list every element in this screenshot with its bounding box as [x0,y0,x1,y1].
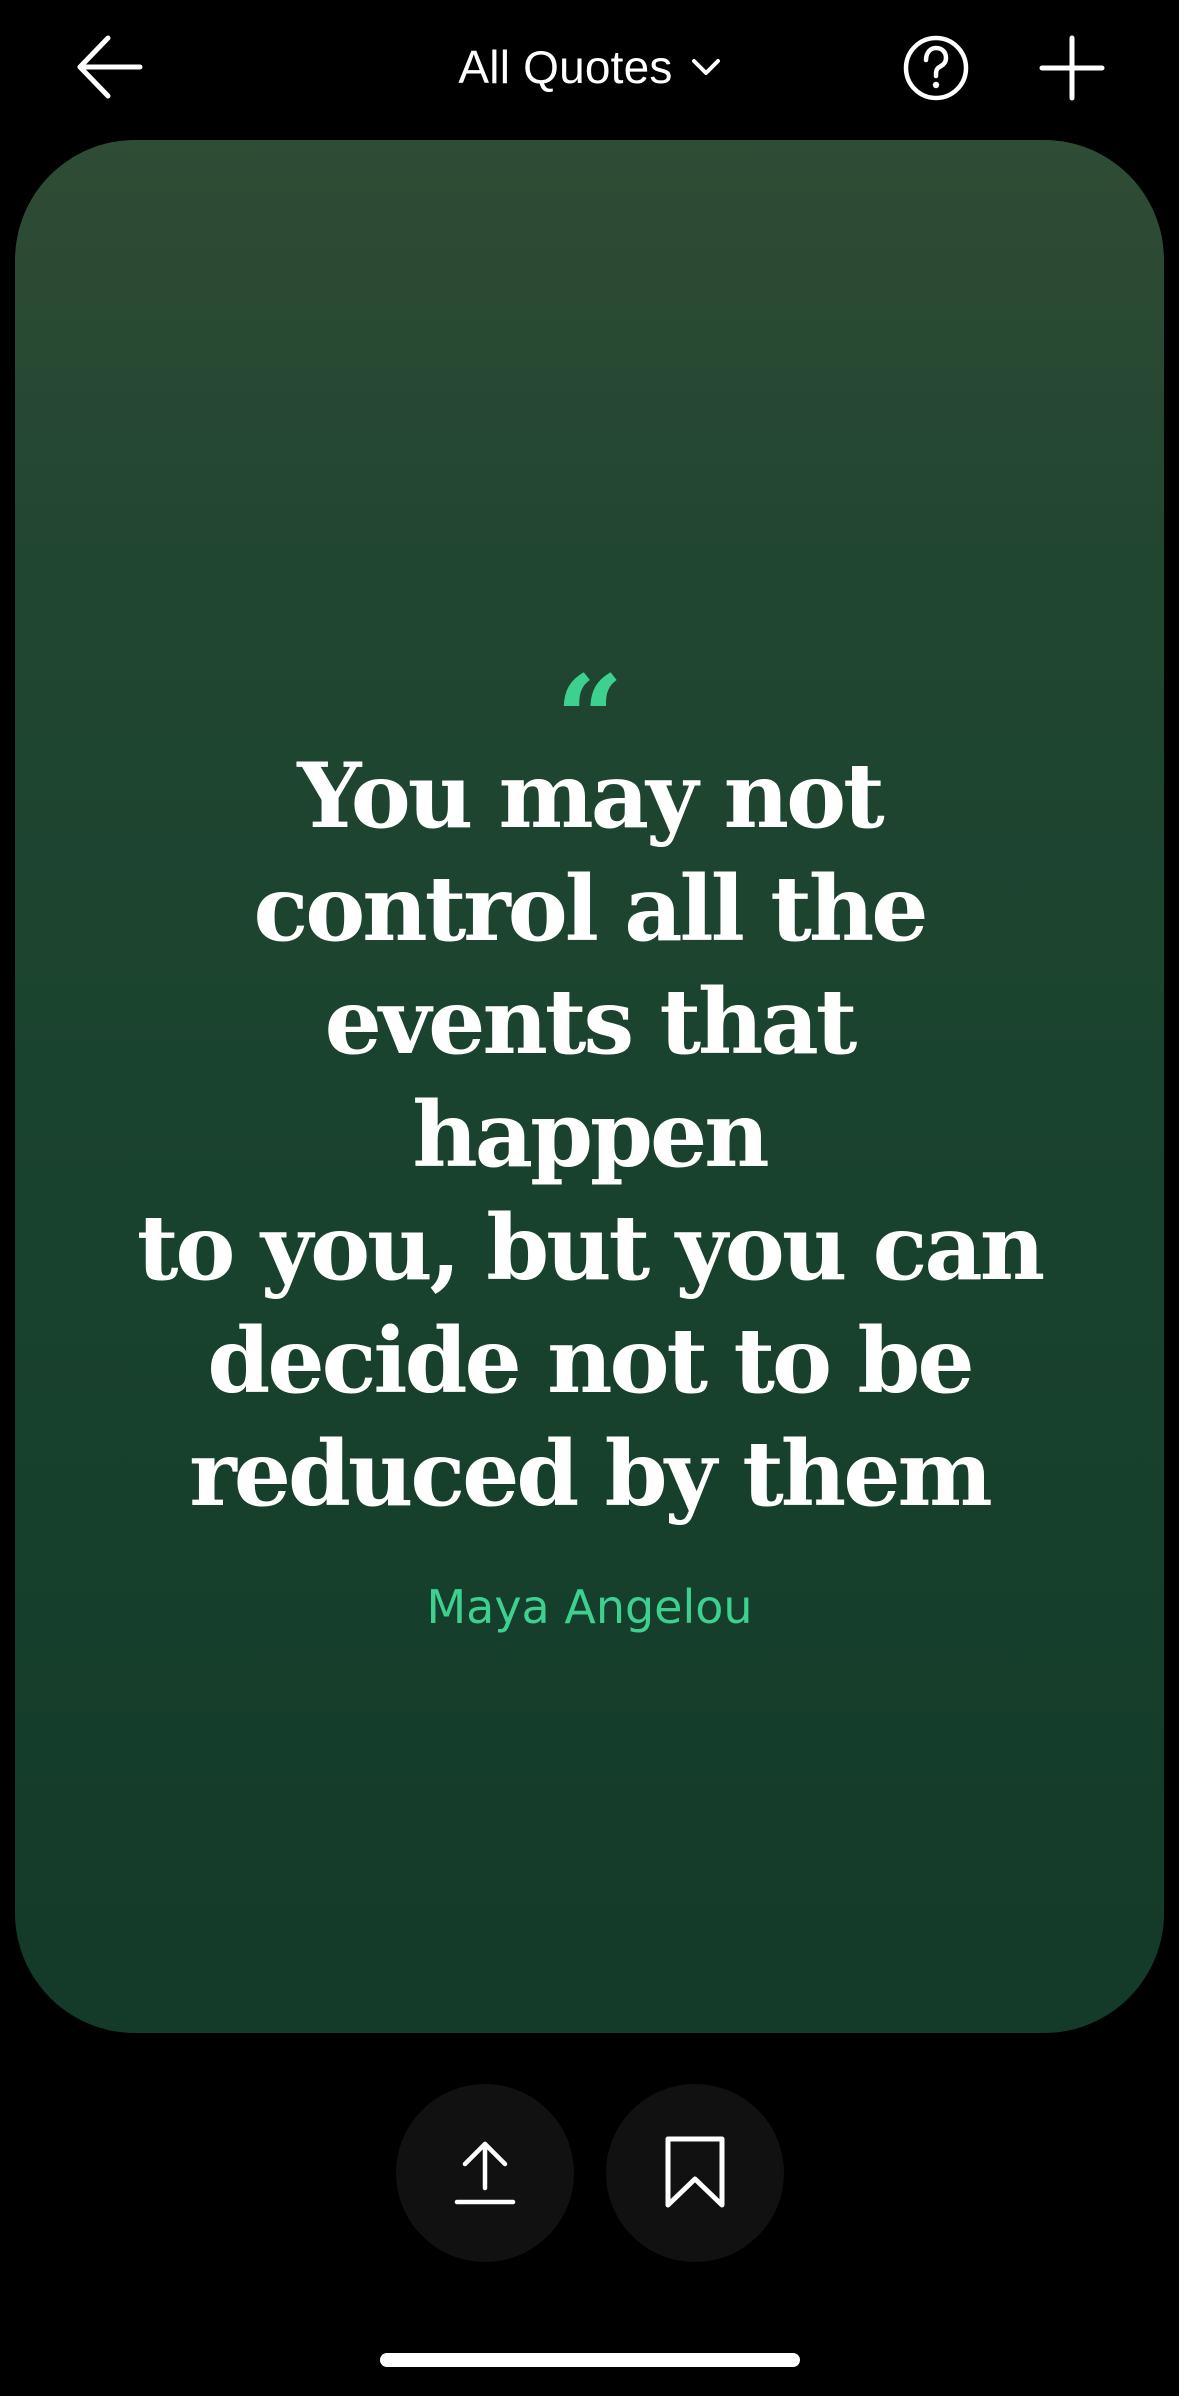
quote-text: You may not control all the events that … [135,740,1045,1531]
quote-mark-icon: “ [555,649,624,788]
chevron-down-icon [691,59,720,75]
share-upload-icon [454,2141,516,2205]
quote-line: decide not to be [207,1308,974,1414]
quote-line: You may not [297,743,884,849]
quote-list-selector[interactable]: All Quotes [0,30,1179,104]
add-quote-button[interactable] [1036,32,1108,104]
bookmark-icon [665,2136,725,2208]
quote-card[interactable]: “ You may not control all the events tha… [15,140,1164,2033]
page-title: All Quotes [458,41,673,93]
quote-line: to you, but you can [136,1195,1045,1301]
quote-line: events that happen [324,969,858,1188]
help-button[interactable] [900,32,972,104]
quote-author: Maya Angelou [426,1580,753,1634]
share-button[interactable] [396,2084,574,2262]
bookmark-button[interactable] [606,2084,784,2262]
top-bar: All Quotes [0,0,1179,138]
question-circle-icon [903,35,969,101]
plus-icon [1039,35,1105,101]
quote-line: control all the [253,856,928,962]
quote-line: reduced by them [189,1421,992,1527]
home-indicator[interactable] [380,2353,800,2367]
